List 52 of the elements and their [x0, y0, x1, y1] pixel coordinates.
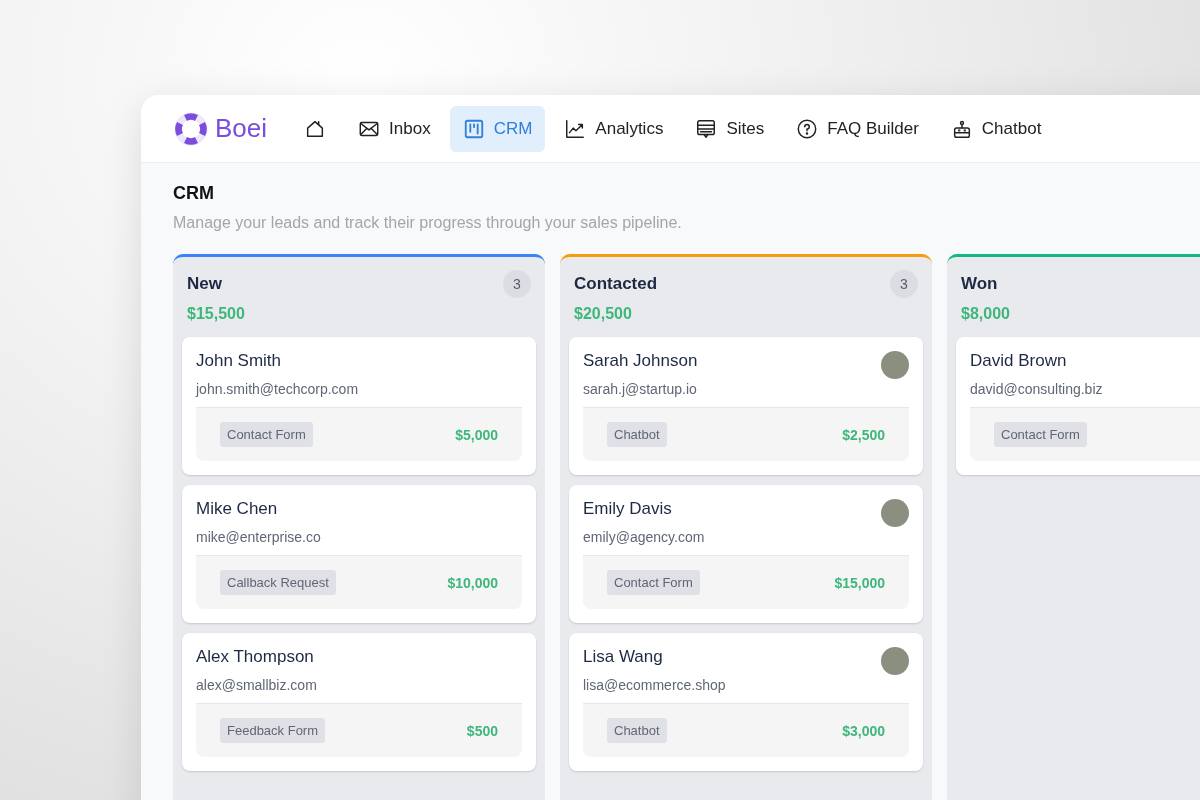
count-badge: 3: [503, 270, 531, 298]
column-title: New: [187, 274, 222, 294]
deal-amount: $15,000: [834, 574, 885, 591]
lead-email: alex@smallbiz.com: [196, 677, 318, 693]
lead-name: David Brown: [970, 351, 1067, 371]
nav-tab[interactable]: FAQ Builder: [783, 105, 932, 152]
column-total: $8,000: [960, 304, 1011, 324]
lead-card[interactable]: Sarah Johnson sarah.j@startup.io Chatbot $2,500: [569, 337, 923, 475]
nav-tab[interactable]: Sites: [682, 105, 778, 152]
nav-tab[interactable]: Inbox: [345, 105, 444, 152]
nav-tab[interactable]: Chatbot: [937, 105, 1055, 152]
analytics-icon: [564, 117, 587, 140]
source-tag: Chatbot: [607, 422, 667, 447]
page-subtitle: Manage your leads and track their progress through your sales pipeline.: [173, 214, 683, 232]
deal-amount: $2,500: [842, 426, 885, 443]
lead-email: david@consulting.biz: [970, 381, 1104, 397]
lead-name: Alex Thompson: [196, 647, 314, 667]
lead-name: Mike Chen: [196, 499, 278, 519]
count-badge: 3: [890, 270, 918, 298]
column-title: Contacted: [574, 274, 658, 294]
deal-amount: $10,000: [447, 574, 498, 591]
brand-name: Boei: [215, 113, 268, 144]
source-tag: Contact Form: [994, 422, 1087, 447]
lead-card[interactable]: Alex Thompson alex@smallbiz.com Feedback Form $500: [182, 633, 536, 771]
column-total: $15,500: [186, 304, 246, 324]
lead-card[interactable]: Mike Chen mike@enterprise.co Callback Request $10,000: [182, 485, 536, 623]
source-tag: Chatbot: [607, 718, 667, 743]
lead-card[interactable]: Emily Davis emily@agency.com Contact Form $15,000: [569, 485, 923, 623]
lead-card[interactable]: Lisa Wang lisa@ecommerce.shop Chatbot $3,000: [569, 633, 923, 771]
source-tag: Contact Form: [607, 570, 700, 595]
lead-email: lisa@ecommerce.shop: [583, 677, 727, 693]
source-tag: Feedback Form: [220, 718, 326, 743]
deal-amount: $500: [466, 722, 498, 739]
deal-amount: $5,000: [455, 426, 498, 443]
lead-name: Emily Davis: [583, 499, 672, 519]
column-total: $20,500: [573, 304, 633, 324]
column-title: Won: [961, 274, 998, 294]
deal-amount: $3,000: [842, 722, 885, 739]
lead-name: Lisa Wang: [583, 647, 663, 667]
source-tag: Contact Form: [220, 422, 313, 447]
lead-email: mike@enterprise.co: [196, 529, 322, 545]
source-tag: Callback Request: [220, 570, 336, 595]
lead-email: sarah.j@startup.io: [583, 381, 698, 397]
lead-email: emily@agency.com: [583, 529, 706, 545]
page-title: CRM: [173, 183, 215, 204]
lead-name: John Smith: [196, 351, 282, 371]
lead-card[interactable]: David Brown david@consulting.biz Contact Form: [956, 337, 1200, 475]
lead-card[interactable]: John Smith john.smith@techcorp.com Contact Form $5,000: [182, 337, 536, 475]
lead-email: john.smith@techcorp.com: [196, 381, 360, 397]
lead-name: Sarah Johnson: [583, 351, 698, 371]
nav-tab[interactable]: Analytics: [551, 105, 677, 152]
lifebuoy-logo-icon: [173, 110, 209, 147]
